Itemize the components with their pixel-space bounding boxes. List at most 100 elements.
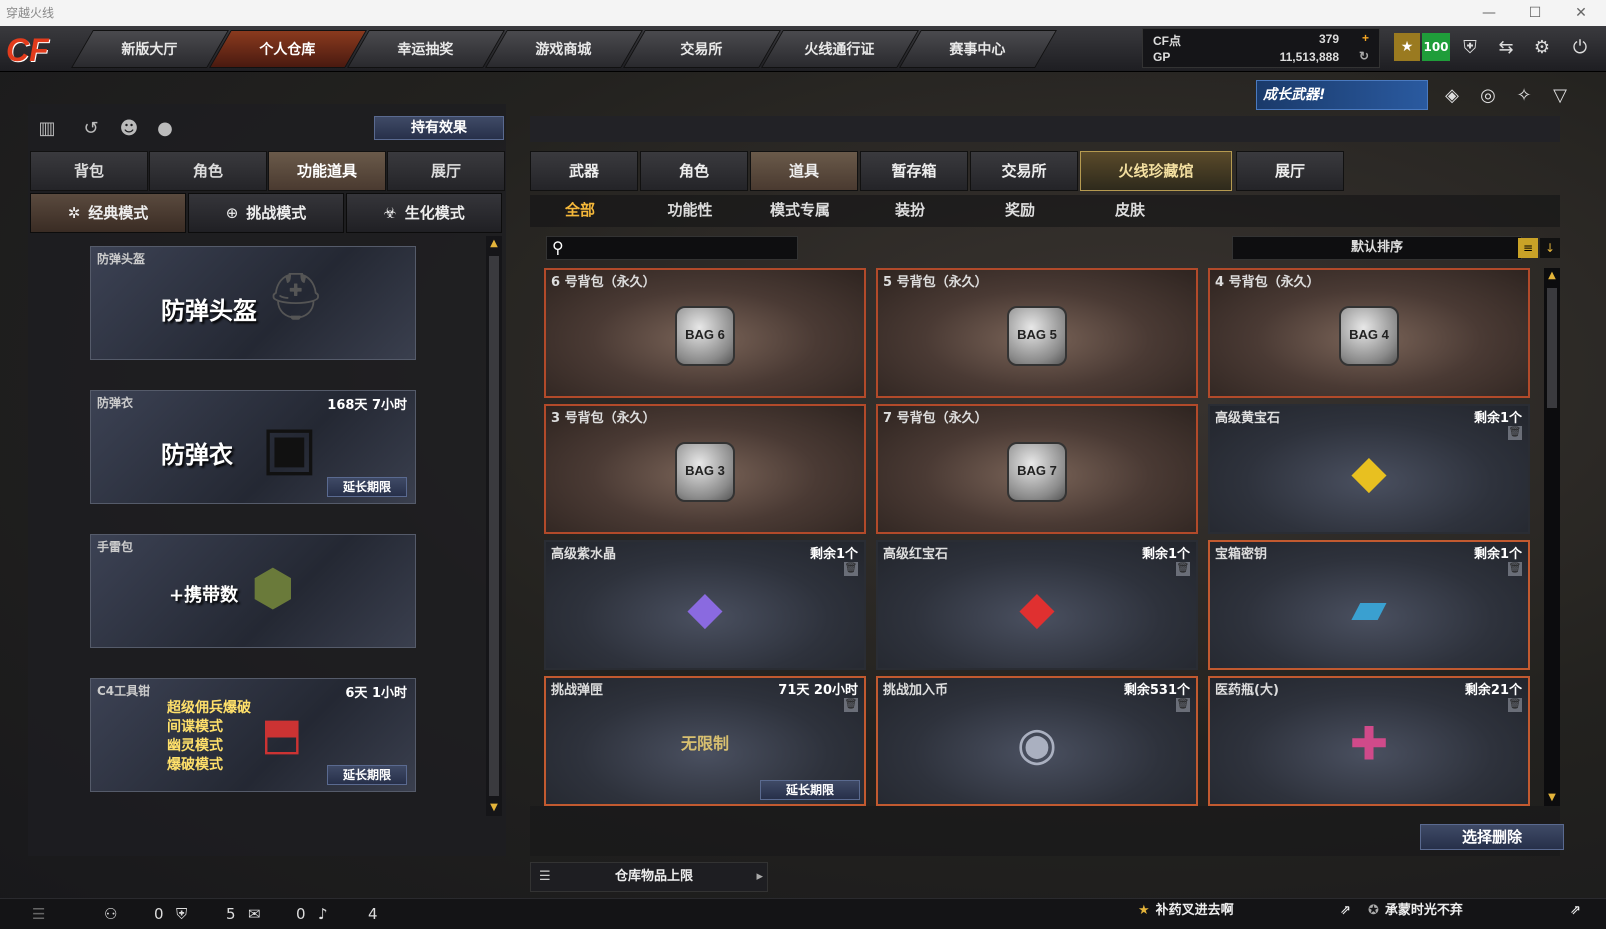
chat-icon[interactable]: ✉ [248, 903, 261, 925]
feature-helmet[interactable]: 防弹头盔 防弹头盔 ⛑ [90, 246, 416, 360]
trash-icon[interactable]: 🗑 [1508, 698, 1522, 712]
badge-icon-4[interactable]: ▽ [1546, 82, 1574, 110]
scroll-thumb[interactable] [1547, 288, 1557, 408]
growth-weapon-banner[interactable]: 成长武器! [1256, 80, 1428, 110]
nav-tab-lottery[interactable]: 幸运抽奖 [347, 30, 505, 68]
feature-c4-tool[interactable]: C4工具钳 6天 1小时 超级佣兵爆破 间谍模式 幽灵模式 爆破模式 ⬒ 延长期… [90, 678, 416, 792]
mode-tab-challenge[interactable]: ⊕ 挑战模式 [188, 193, 344, 233]
trash-icon[interactable]: 🗑 [1176, 698, 1190, 712]
subtab-functional[interactable]: 功能性 [640, 199, 740, 223]
trash-icon[interactable]: 🗑 [1508, 562, 1522, 576]
list-view-icon[interactable]: ≡ [1518, 238, 1538, 258]
yellow-gem-icon: ◆ [1351, 444, 1387, 499]
right-tab-collection[interactable]: 火线珍藏馆 [1080, 151, 1232, 191]
shield-icon[interactable]: ⛨ [1456, 34, 1484, 62]
feature-duration: 6天 1小时 [345, 686, 407, 701]
trash-icon[interactable]: 🗑 [844, 698, 858, 712]
right-scrollbar[interactable]: ▲ ▼ [1544, 268, 1560, 806]
left-tab-functional[interactable]: 功能道具 [268, 151, 386, 191]
effects-button[interactable]: 持有效果 [374, 116, 504, 140]
nav-tab-events[interactable]: 赛事中心 [899, 30, 1057, 68]
character-icon[interactable]: ☻ [116, 116, 142, 142]
item-card[interactable]: 挑战弹匣 71天 20小时 🗑 无限制 延长期限 [544, 676, 866, 806]
trash-icon[interactable]: 🗑 [1176, 562, 1190, 576]
nav-tab-warehouse[interactable]: 个人仓库 [209, 30, 367, 68]
grenade-icon[interactable]: ● [152, 116, 178, 142]
right-tab-characters[interactable]: 角色 [640, 151, 748, 191]
item-card[interactable]: 3 号背包（永久） BAG 3 [544, 404, 866, 534]
nav-tab-trade[interactable]: 交易所 [623, 30, 781, 68]
badge-icon-3[interactable]: ✧ [1510, 82, 1538, 110]
speaker-icon[interactable]: ♪ [318, 903, 328, 925]
feature-grenade-bag[interactable]: 手雷包 +携带数 ⬢ [90, 534, 416, 648]
scroll-down-icon[interactable]: ▼ [1546, 792, 1558, 804]
item-card[interactable]: 5 号背包（永久） BAG 5 [876, 268, 1198, 398]
scroll-down-icon[interactable]: ▼ [488, 802, 500, 814]
friend-entry-1[interactable]: ★ 补药叉进去啊 [1138, 896, 1234, 926]
right-tab-trade[interactable]: 交易所 [970, 151, 1078, 191]
item-card[interactable]: 4 号背包（永久） BAG 4 [1208, 268, 1530, 398]
subtab-outfit[interactable]: 装扮 [860, 199, 960, 223]
extend-button[interactable]: 延长期限 [327, 765, 407, 785]
cf-logo[interactable]: CF [6, 30, 72, 70]
badge-icon-2[interactable]: ◎ [1474, 82, 1502, 110]
item-card[interactable]: 6 号背包（永久） BAG 6 [544, 268, 866, 398]
refresh-icon[interactable]: ↻ [1359, 49, 1369, 63]
stats-icon[interactable]: ▥ [34, 116, 60, 142]
friends-icon[interactable]: ⚇ [104, 903, 117, 925]
extend-button[interactable]: 延长期限 [327, 477, 407, 497]
subtab-all[interactable]: 全部 [530, 199, 630, 223]
item-card[interactable]: 高级紫水晶 剩余1个 🗑 ◆ [544, 540, 866, 670]
left-scrollbar[interactable]: ▲ ▼ [486, 236, 502, 816]
item-card[interactable]: 高级黄宝石 剩余1个 🗑 ◆ [1208, 404, 1530, 534]
expand-arrow-icon: ▸ [756, 869, 763, 884]
badge-icon-1[interactable]: ◈ [1438, 82, 1466, 110]
item-card[interactable]: 高级红宝石 剩余1个 🗑 ◆ [876, 540, 1198, 670]
nav-tab-shop[interactable]: 游戏商城 [485, 30, 643, 68]
right-tab-weapons[interactable]: 武器 [530, 151, 638, 191]
switch-icon[interactable]: ⇆ [1492, 34, 1520, 62]
mode-tab-classic[interactable]: ✲ 经典模式 [30, 193, 186, 233]
left-tab-character[interactable]: 角色 [149, 151, 267, 191]
search-input[interactable] [546, 236, 798, 260]
item-count: 71天 20小时 [778, 683, 858, 698]
extend-button[interactable]: 延长期限 [760, 780, 860, 800]
history-icon[interactable]: ↺ [78, 116, 104, 142]
feature-vest[interactable]: 防弹衣 168天 7小时 防弹衣 ▣ 延长期限 [90, 390, 416, 504]
item-card[interactable]: 医药瓶(大) 剩余21个 🗑 ✚ [1208, 676, 1530, 806]
right-tab-showroom[interactable]: 展厅 [1236, 151, 1344, 191]
friend-share-icon[interactable]: ⇗ [1340, 896, 1351, 926]
clan-icon[interactable]: ⛨ [176, 903, 187, 925]
sort-order-icon[interactable]: ↓ [1540, 238, 1560, 258]
nav-tab-pass[interactable]: 火线通行证 [761, 30, 919, 68]
sort-dropdown[interactable]: 默认排序 [1232, 236, 1522, 260]
nav-tab-lobby[interactable]: 新版大厅 [71, 30, 229, 68]
mode-tab-mutation[interactable]: ☣ 生化模式 [346, 193, 502, 233]
subtab-skin[interactable]: 皮肤 [1080, 199, 1180, 223]
subtab-mode[interactable]: 模式专属 [750, 199, 850, 223]
select-delete-button[interactable]: 选择删除 [1420, 824, 1564, 850]
warehouse-limit-bar[interactable]: ☰ 仓库物品上限 ▸ [530, 862, 768, 892]
scroll-thumb[interactable] [489, 256, 499, 796]
minimize-button[interactable]: — [1466, 0, 1512, 26]
left-tab-showroom[interactable]: 展厅 [387, 151, 505, 191]
left-tab-backpack[interactable]: 背包 [30, 151, 148, 191]
item-card[interactable]: 挑战加入币 剩余531个 🗑 ◉ [876, 676, 1198, 806]
add-cf-icon[interactable]: + [1362, 31, 1369, 45]
power-icon[interactable]: ⏻ [1566, 34, 1594, 62]
right-tab-items[interactable]: 道具 [750, 151, 858, 191]
gear-icon[interactable]: ⚙ [1528, 34, 1556, 62]
close-button[interactable]: ✕ [1558, 0, 1604, 26]
menu-icon[interactable]: ☰ [32, 903, 45, 925]
trash-icon[interactable]: 🗑 [1508, 426, 1522, 440]
item-card[interactable]: 宝箱密钥 剩余1个 🗑 ▰ [1208, 540, 1530, 670]
scroll-up-icon[interactable]: ▲ [1546, 270, 1558, 282]
right-tab-storage[interactable]: 暂存箱 [860, 151, 968, 191]
maximize-button[interactable]: ☐ [1512, 0, 1558, 26]
subtab-reward[interactable]: 奖励 [970, 199, 1070, 223]
expand-icon[interactable]: ⇗ [1570, 896, 1581, 926]
friend-entry-2[interactable]: ✪ 承蒙时光不弃 [1368, 896, 1463, 926]
trash-icon[interactable]: 🗑 [844, 562, 858, 576]
scroll-up-icon[interactable]: ▲ [488, 238, 500, 250]
item-card[interactable]: 7 号背包（永久） BAG 7 [876, 404, 1198, 534]
